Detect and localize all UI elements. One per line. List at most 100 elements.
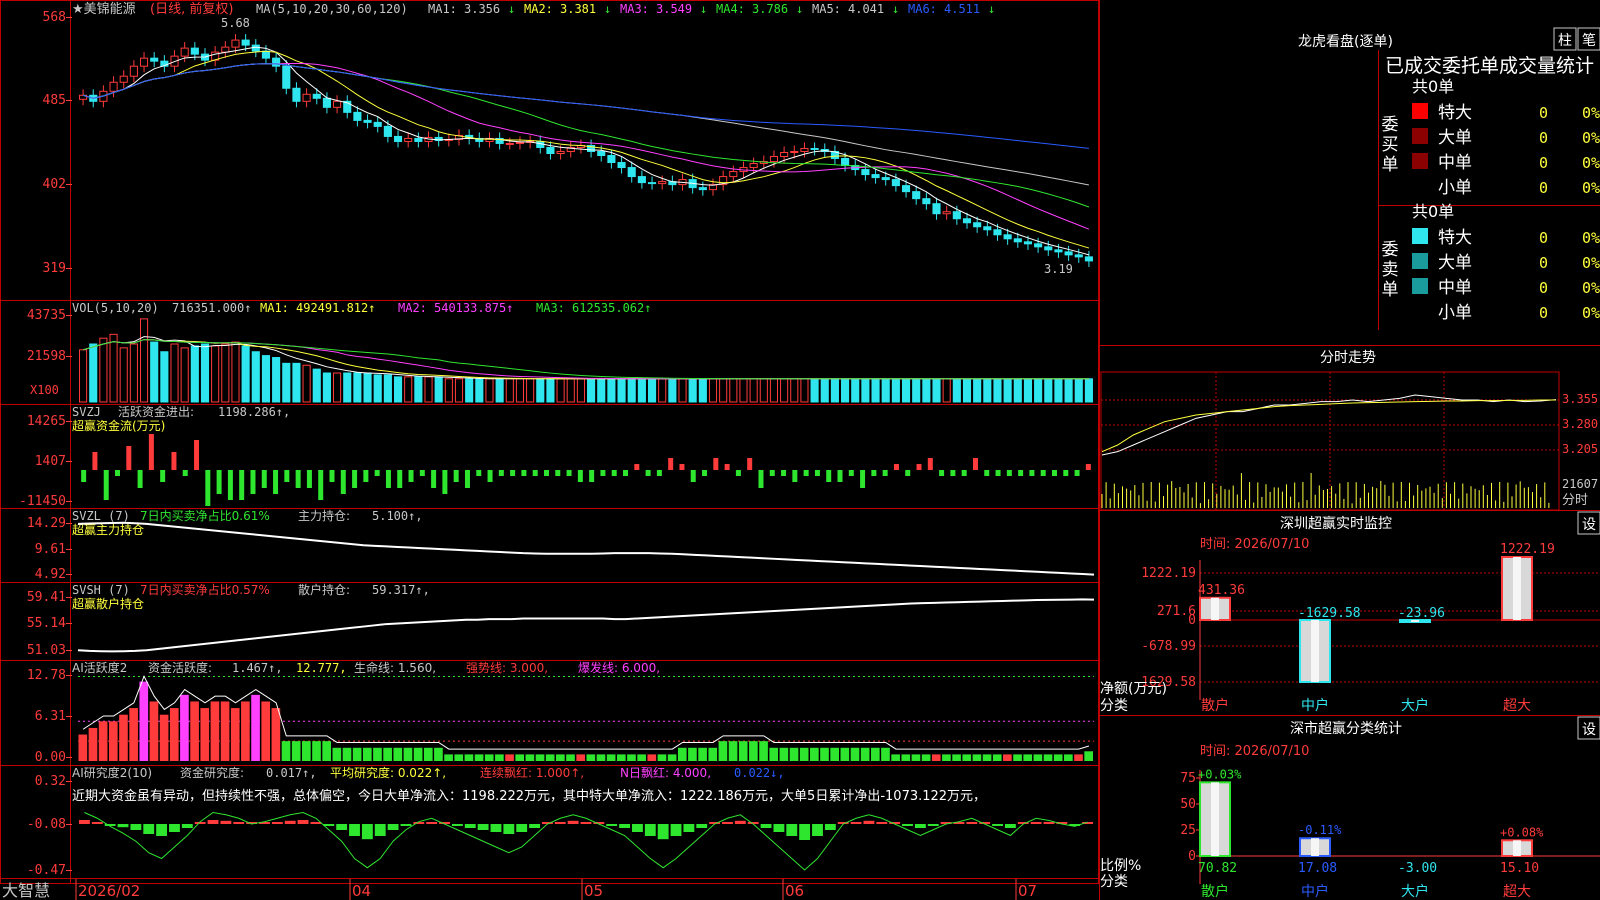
- vol-unit: X100: [30, 383, 59, 397]
- ai1-bar: [647, 754, 657, 761]
- vol-y-axis: 43735 21598: [27, 308, 72, 364]
- ai1-bar: [505, 754, 514, 761]
- ai1-bar: [779, 747, 789, 761]
- sell-row-count: 0: [1539, 279, 1548, 297]
- svzj-bar: [961, 470, 967, 476]
- zhu-button-label[interactable]: 柱: [1558, 33, 1572, 49]
- svzj-bar: [758, 470, 764, 488]
- volume-bar: [99, 337, 108, 403]
- ai2-bar: [927, 824, 939, 826]
- ai2-bar: [426, 822, 438, 824]
- candle-body: [698, 187, 707, 191]
- volume-bar: [617, 378, 626, 403]
- monitor-tick: -678.99: [1141, 639, 1196, 654]
- main-tick: 568: [43, 10, 66, 25]
- candle-body: [556, 150, 565, 154]
- ma-name-5: MA5:: [812, 2, 841, 16]
- svzj-bar: [747, 458, 753, 470]
- ai2-bar: [490, 824, 502, 832]
- ai1-bar: [596, 754, 606, 761]
- svzj-bar: [273, 470, 279, 494]
- ai2-bar: [387, 824, 399, 830]
- candle-body: [302, 93, 311, 102]
- volume-bar: [830, 378, 839, 403]
- period-label[interactable]: (日线, 前复权): [150, 1, 233, 17]
- ai1-bar: [860, 747, 870, 761]
- svzj-bar: [521, 470, 527, 476]
- volume-bar: [180, 347, 189, 403]
- ai1-bar: [200, 708, 210, 761]
- candle-body: [962, 218, 972, 224]
- svzj-bar: [182, 470, 188, 476]
- ai2-bar: [644, 824, 656, 836]
- ai1-bar: [810, 747, 819, 761]
- ai1-bar: [942, 754, 951, 761]
- ai2-bar: [143, 824, 155, 834]
- ai2-tick: -0.08: [27, 817, 66, 832]
- volume-bar: [1013, 378, 1022, 403]
- ai2-bar: [580, 822, 592, 824]
- svzj-bar: [453, 470, 459, 482]
- ai1-bar: [302, 741, 311, 761]
- svzj-bar: [577, 470, 583, 482]
- stock-title[interactable]: ★美锦能源: [72, 2, 136, 17]
- ai2-tick: -0.47: [27, 863, 66, 878]
- monitor-bar-label: -1629.58: [1298, 606, 1361, 621]
- ai2-bar: [850, 822, 862, 824]
- buy-row-count: 0: [1539, 129, 1548, 147]
- ai1-bar: [556, 754, 565, 761]
- svzj-bar: [216, 470, 222, 494]
- monitor-settings-label[interactable]: 设: [1582, 517, 1596, 533]
- volume-bar: [891, 378, 900, 403]
- svsh-tick: 59.41: [27, 590, 66, 605]
- ma-arrow-5: ↓: [892, 2, 899, 16]
- ai2-bar: [220, 820, 232, 824]
- volume-bar: [404, 376, 413, 403]
- candle-body: [322, 97, 331, 108]
- sell-row-count: 0: [1539, 304, 1548, 322]
- svzj-bar: [385, 470, 391, 488]
- ai1-bar: [312, 741, 321, 761]
- candle-body: [952, 211, 961, 220]
- candle-body: [1044, 246, 1053, 251]
- classify-value-label: -3.00: [1398, 861, 1437, 876]
- candle-body: [129, 65, 138, 77]
- svsh-plot: [77, 598, 1095, 653]
- volume-bar: [942, 378, 951, 403]
- ai2-bar: [786, 824, 798, 836]
- svzj-bar: [408, 470, 414, 482]
- classify-bar-chart: 75 50 25 0 +0.03% 70.82 散户 -0.11% 17.08 中户 -3.00 大户…: [1180, 767, 1600, 900]
- volume-bar: [383, 374, 392, 403]
- svzj-bar: [611, 470, 617, 476]
- svzj-bar: [148, 434, 154, 470]
- order-table: 共0单委买单特大 0 0%大单 0 0%中单 0 0%小单 0 0%共0单委卖单特大 0 0%大单 0…: [1382, 77, 1600, 323]
- volume-bar: [150, 341, 159, 403]
- classify-settings-label[interactable]: 设: [1582, 722, 1596, 738]
- volume-bar: [505, 378, 514, 403]
- ai1-bar: [820, 747, 829, 761]
- sell-row-pct: 0%: [1582, 279, 1600, 297]
- candle-body: [769, 156, 779, 163]
- svzl-y-axis: 14.29 9.61 4.92: [27, 516, 72, 582]
- ai2-bar: [824, 824, 836, 830]
- buy-row-pct: 0%: [1582, 179, 1600, 197]
- classify-tick: 25: [1180, 823, 1196, 838]
- ai1-bar: [667, 754, 677, 761]
- ai1-bar: [627, 754, 636, 761]
- svzj-bar: [769, 470, 775, 476]
- svzj-bar: [487, 470, 493, 482]
- volume-bar: [363, 372, 372, 403]
- volume-bar: [454, 378, 464, 403]
- volume-bar: [810, 378, 819, 403]
- bi-button-label[interactable]: 笔: [1582, 33, 1596, 49]
- svzj-bar: [1029, 470, 1035, 476]
- candle-body: [993, 229, 1002, 236]
- svsh-value: 59.317↑,: [372, 583, 430, 597]
- volume-bar: [556, 378, 565, 403]
- ai1-bar: [1053, 754, 1063, 761]
- monitor-category: 中户: [1301, 697, 1329, 714]
- candle-body: [292, 87, 301, 102]
- ai2-bar: [451, 824, 463, 826]
- candle-body: [282, 65, 291, 89]
- volume-bar: [912, 378, 921, 403]
